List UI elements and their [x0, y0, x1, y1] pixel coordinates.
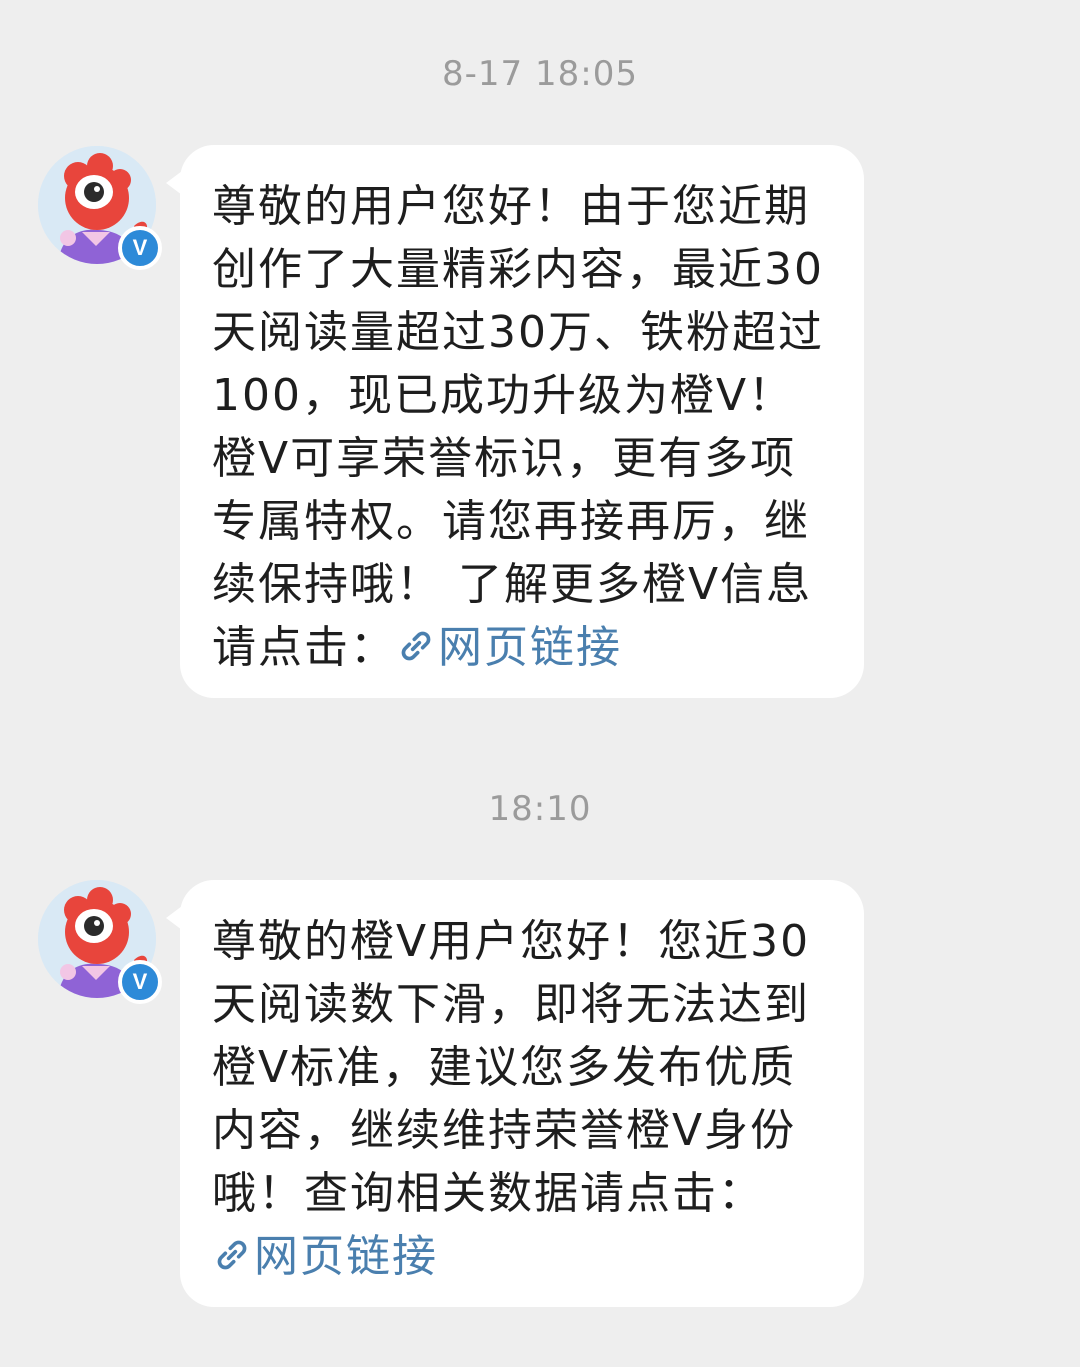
link-icon — [217, 1240, 247, 1270]
message-bubble[interactable]: 尊敬的橙V用户您好！您近30天阅读数下滑，即将无法达到橙V标准，建议您多发布优质… — [166, 880, 864, 1307]
message-bubble[interactable]: 尊敬的用户您好！由于您近期创作了大量精彩内容，最近30天阅读量超过30万、铁粉超… — [166, 145, 864, 698]
sender-avatar[interactable]: V — [38, 880, 162, 1004]
message-text: 尊敬的用户您好！由于您近期创作了大量精彩内容，最近30天阅读量超过30万、铁粉超… — [212, 181, 824, 673]
link-icon — [401, 631, 431, 661]
verified-badge: V — [118, 960, 162, 1004]
verified-badge: V — [118, 226, 162, 270]
message-timestamp: 18:10 — [488, 789, 592, 829]
web-link[interactable]: 网页链接 — [212, 1231, 438, 1282]
web-link-label: 网页链接 — [438, 622, 622, 673]
message-text: 尊敬的橙V用户您好！您近30天阅读数下滑，即将无法达到橙V标准，建议您多发布优质… — [212, 916, 811, 1219]
sender-avatar[interactable]: V — [38, 146, 162, 270]
message-timestamp: 8-17 18:05 — [442, 54, 638, 94]
web-link-label: 网页链接 — [254, 1231, 438, 1282]
web-link[interactable]: 网页链接 — [396, 622, 622, 673]
